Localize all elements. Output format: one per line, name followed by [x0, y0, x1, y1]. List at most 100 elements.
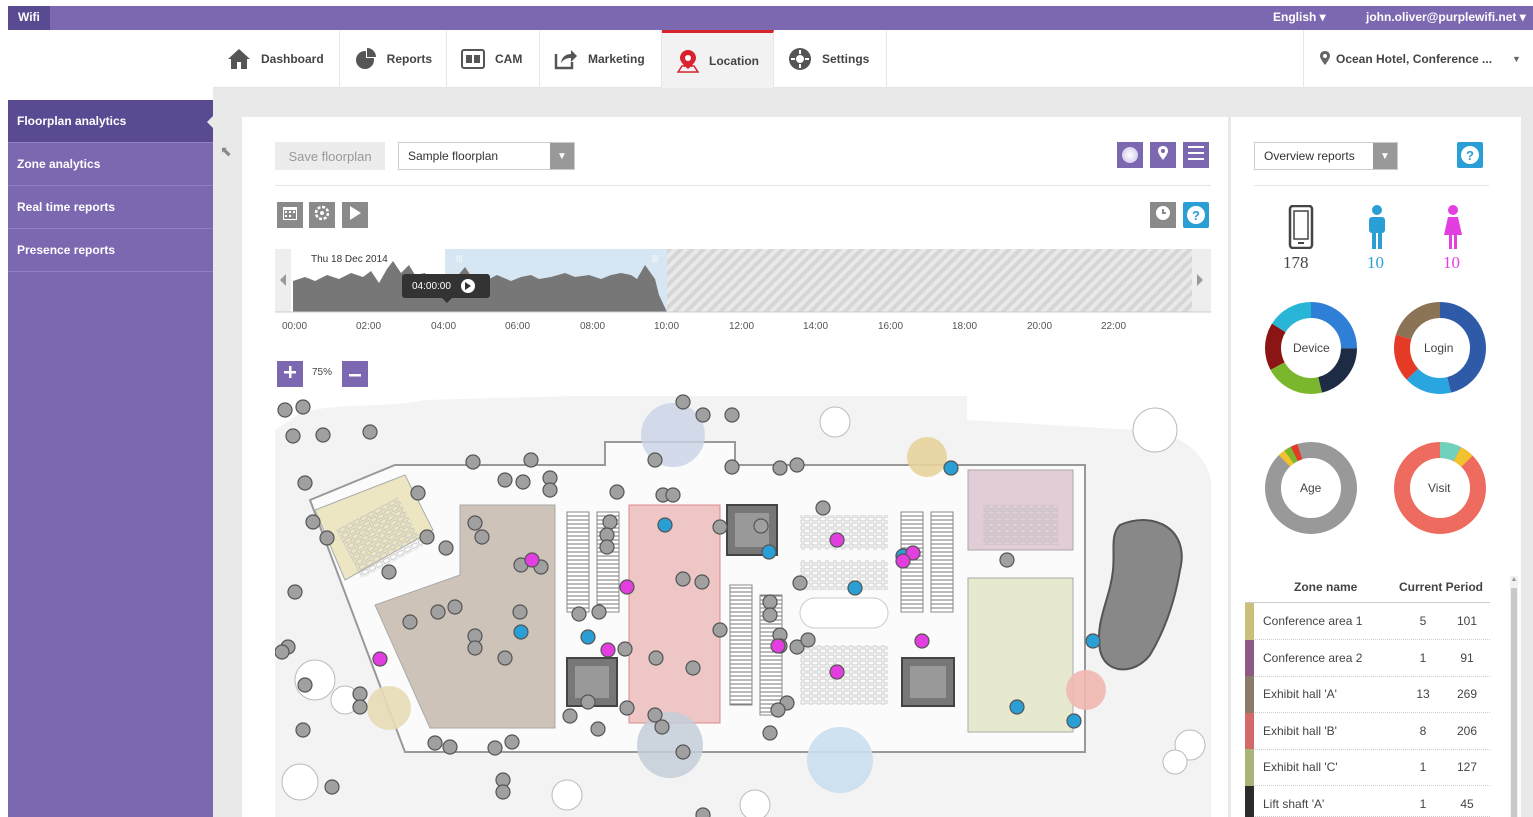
zone-swatch — [1245, 603, 1254, 640]
svg-text:|||: ||| — [456, 254, 462, 263]
map-pin-icon — [1158, 145, 1168, 165]
tick-label: 04:00 — [431, 321, 457, 332]
device-count: 178 — [1283, 253, 1309, 272]
chevron-down-icon: ▼ — [1512, 54, 1521, 64]
collapse-arrow-icon[interactable]: ⬉ — [220, 143, 232, 160]
home-icon — [227, 47, 251, 71]
table-header-period: Current Period — [1399, 580, 1484, 594]
tick-label: 06:00 — [505, 321, 531, 332]
location-pin-icon — [1320, 50, 1330, 68]
table-row[interactable]: Exhibit hall 'B' 8 206 — [1245, 713, 1490, 750]
floorplan-select-value: Sample floorplan — [408, 149, 499, 163]
venue-selector[interactable]: Ocean Hotel, Conference ... ▼ — [1303, 30, 1533, 88]
table-row[interactable]: Conference area 1 5 101 — [1245, 603, 1490, 640]
donut-label-login: Login — [1424, 341, 1454, 355]
time-scrubber[interactable]: 04:00:00 — [402, 274, 490, 298]
male-count: 10 — [1367, 253, 1384, 272]
zone-now: 1 — [1419, 760, 1427, 774]
zone-swatch — [1245, 786, 1254, 817]
user-menu[interactable]: john.oliver@purplewifi.net ▾ — [1366, 10, 1526, 24]
tick-label: 02:00 — [356, 321, 382, 332]
scrollbar-thumb[interactable] — [1511, 588, 1517, 817]
chevron-down-icon: ▼ — [550, 143, 574, 169]
divider — [1254, 185, 1489, 186]
nav-label: Marketing — [588, 52, 645, 66]
timeline-date: Thu 18 Dec 2014 — [311, 254, 388, 265]
contact-card-icon — [461, 47, 485, 71]
zone-period: 101 — [1456, 614, 1478, 628]
nav-label: Location — [709, 53, 759, 68]
nav-cam[interactable]: CAM — [447, 30, 540, 88]
calendar-button[interactable] — [277, 202, 303, 228]
donut-label-visit: Visit — [1428, 481, 1451, 495]
table-row[interactable]: Lift shaft 'A' 1 45 — [1245, 786, 1490, 817]
tick-label: 10:00 — [654, 321, 680, 332]
scrubber-pointer — [442, 298, 452, 308]
sidebar-item-presence-reports[interactable]: Presence reports — [8, 229, 213, 272]
nav-dashboard[interactable]: Dashboard — [213, 30, 340, 88]
language-selector[interactable]: English ▾ — [1273, 10, 1326, 24]
table-scrollbar[interactable]: ▲ — [1510, 576, 1518, 817]
zone-period: 91 — [1460, 651, 1474, 665]
zoom-in-button[interactable] — [277, 361, 303, 387]
zone-now: 8 — [1419, 724, 1427, 738]
save-floorplan-button[interactable]: Save floorplan — [275, 142, 385, 170]
zone-name: Lift shaft 'A' — [1263, 797, 1325, 811]
tick-label: 14:00 — [803, 321, 829, 332]
floorplan-select[interactable]: Sample floorplan ▼ — [398, 142, 575, 170]
zoom-level: 75% — [312, 367, 333, 378]
zone-swatch — [1245, 749, 1254, 786]
zone-period: 269 — [1456, 687, 1478, 701]
zoom-out-button[interactable] — [342, 361, 368, 387]
nav-label: Reports — [386, 52, 432, 66]
sidebar-item-zone-analytics[interactable]: Zone analytics — [8, 143, 213, 186]
tick-label: 22:00 — [1101, 321, 1127, 332]
main-nav: Dashboard Reports CAM Marketing Location… — [213, 30, 1533, 88]
map-pin-icon — [676, 49, 699, 73]
table-row[interactable]: Exhibit hall 'A' 13 269 — [1245, 676, 1490, 713]
nav-settings[interactable]: Settings — [774, 30, 887, 88]
list-view-button[interactable] — [1183, 142, 1209, 168]
zone-swatch — [1245, 676, 1254, 713]
play-button[interactable] — [342, 202, 368, 228]
table-row[interactable]: Conference area 2 1 91 — [1245, 640, 1490, 677]
table-row[interactable]: Exhibit hall 'C' 1 127 — [1245, 749, 1490, 786]
zone-now: 1 — [1419, 797, 1427, 811]
donut-label-age: Age — [1300, 481, 1322, 495]
chevron-down-icon: ▼ — [1373, 143, 1397, 169]
plus-icon — [284, 365, 296, 383]
help-button[interactable]: ? — [1183, 202, 1209, 228]
timeline-settings-button[interactable] — [309, 202, 335, 228]
gear-icon — [314, 205, 330, 226]
pin-view-button[interactable] — [1150, 142, 1176, 168]
zone-name: Conference area 1 — [1263, 614, 1363, 628]
play-circle-icon — [460, 279, 475, 293]
heatmap-icon — [1122, 147, 1138, 163]
overview-help-button[interactable]: ? — [1457, 142, 1483, 168]
nav-reports[interactable]: Reports — [340, 30, 447, 88]
sidebar-item-real-time-reports[interactable]: Real time reports — [8, 186, 213, 229]
question-icon: ? — [1461, 146, 1479, 164]
female-count: 10 — [1443, 253, 1460, 272]
male-icon — [1365, 205, 1389, 254]
zone-name: Exhibit hall 'A' — [1263, 687, 1337, 701]
sidebar: Floorplan analytics Zone analytics Real … — [8, 88, 213, 817]
zone-now: 1 — [1419, 651, 1427, 665]
scrubber-time: 04:00:00 — [412, 280, 451, 292]
zone-swatch — [1245, 640, 1254, 677]
nav-label: Settings — [822, 52, 870, 66]
app-brand[interactable]: Wifi — [8, 6, 50, 30]
hamburger-icon — [1188, 145, 1204, 165]
clock-button[interactable] — [1150, 202, 1176, 228]
heatmap-view-button[interactable] — [1117, 142, 1143, 168]
floorplan-map[interactable] — [275, 390, 1211, 817]
sidebar-item-floorplan-analytics[interactable]: Floorplan analytics — [8, 100, 213, 143]
divider — [275, 185, 1211, 186]
sidebar-gap — [8, 88, 213, 100]
donut-charts — [1265, 302, 1486, 534]
top-bar: Wifi English ▾ john.oliver@purplewifi.ne… — [8, 6, 1533, 30]
nav-marketing[interactable]: Marketing — [540, 30, 662, 88]
nav-location[interactable]: Location — [662, 30, 774, 88]
zone-name: Exhibit hall 'C' — [1263, 760, 1338, 774]
report-select[interactable]: Overview reports ▼ — [1254, 142, 1398, 170]
